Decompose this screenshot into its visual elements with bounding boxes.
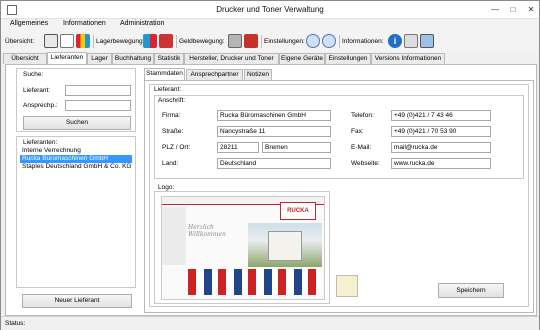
status-bar: Status: (1, 316, 539, 330)
network-icon[interactable] (420, 34, 434, 48)
fax-field[interactable]: +49 (0)421 / 70 53 90 (391, 126, 491, 137)
search-group: Suche: Lieferant: Ansprechp.: Suchen (16, 68, 136, 132)
list-item-selected[interactable]: Rucka Büromaschinen GmbH (20, 155, 132, 163)
menu-informationen[interactable]: Informationen (63, 20, 106, 27)
supplier-list-title: Lieferanten: (23, 139, 58, 146)
logo-title: Logo: (158, 184, 175, 191)
menu-allgemeines[interactable]: Allgemeines (10, 20, 48, 27)
ort-field[interactable]: Bremen (262, 142, 331, 153)
stock-label: Lagerbewegung: (96, 38, 145, 45)
toner-icon[interactable] (76, 34, 90, 48)
app-window: Drucker und Toner Verwaltung — □ ✕ Allge… (0, 0, 540, 330)
window-title: Drucker und Toner Verwaltung (216, 5, 324, 14)
info-label: Informationen: (342, 38, 384, 45)
menu-administration[interactable]: Administration (120, 20, 164, 27)
money-label: Geldbewegung: (179, 38, 225, 45)
lieferanten-panel: Suche: Lieferant: Ansprechp.: Suchen Lie… (5, 64, 537, 316)
firma-label: Firma: (162, 112, 181, 119)
contact-search-label: Ansprechp.: (23, 102, 58, 109)
tab-statistik[interactable]: Statistik (154, 53, 184, 64)
email-field[interactable]: mail@rucka.de (391, 142, 491, 153)
tab-einstellungen[interactable]: Einstellungen (325, 53, 371, 64)
contact-search-input[interactable] (65, 100, 131, 111)
stock-movement-icon[interactable] (143, 34, 157, 48)
tab-eigene-geraete[interactable]: Eigene Geräte (279, 53, 325, 64)
toolbar: Übersicht: Lagerbewegung: Geldbewegung: … (1, 31, 539, 52)
list-item[interactable]: Interne Verrechnung (20, 147, 132, 155)
main-tabs: Übersicht Lieferanten Lager Buchhaltung … (1, 52, 539, 64)
toolbar-separator (93, 35, 94, 48)
plz-field[interactable]: 28211 (217, 142, 259, 153)
new-supplier-button[interactable]: Neuer Lieferant (22, 294, 132, 308)
title-bar: Drucker und Toner Verwaltung — □ ✕ (1, 1, 539, 19)
land-label: Land: (162, 160, 179, 167)
land-field[interactable]: Deutschland (217, 158, 331, 169)
supplier-detail-title: Lieferant: (154, 86, 182, 93)
logo-brand: RUCKA (280, 202, 316, 220)
email-label: E-Mail: (351, 144, 372, 151)
status-label: Status: (5, 320, 26, 327)
strasse-label: Straße: (162, 128, 184, 135)
toolbar-separator (176, 35, 177, 48)
tab-buchhaltung[interactable]: Buchhaltung (112, 53, 154, 64)
firma-field[interactable]: Rucka Büromaschinen GmbH (217, 110, 331, 121)
search-button[interactable]: Suchen (23, 116, 131, 130)
supplier-list[interactable]: Interne Verrechnung Rucka Büromaschinen … (20, 147, 132, 171)
tab-notizen[interactable]: Notizen (244, 69, 272, 80)
documents-icon[interactable] (404, 34, 418, 48)
address-group: Anschrift: Firma: Rucka Büromaschinen Gm… (154, 95, 524, 179)
gears-icon[interactable] (322, 34, 336, 48)
address-title: Anschrift: (158, 97, 186, 104)
building-photo (248, 223, 322, 267)
list-item[interactable]: Staples Deutschland GmbH & Co. KG (20, 163, 132, 171)
save-button[interactable]: Speichern (438, 283, 504, 298)
close-button[interactable]: ✕ (523, 3, 539, 16)
tab-stammdaten[interactable]: Stammdaten (144, 68, 185, 80)
telefon-field[interactable]: +49 (0)421 / 7 43 46 (391, 110, 491, 121)
menu-bar: Allgemeines Informationen Administration (1, 19, 539, 31)
tab-uebersicht[interactable]: Übersicht (3, 53, 47, 64)
cash-register-icon[interactable] (228, 34, 242, 48)
tab-hersteller[interactable]: Hersteller, Drucker und Toner (184, 53, 279, 64)
wallet-icon[interactable] (244, 34, 258, 48)
document-icon[interactable] (60, 34, 74, 48)
info-icon[interactable]: i (388, 34, 402, 48)
webseite-field[interactable]: www.rucka.de (391, 158, 491, 169)
supplier-search-input[interactable] (65, 85, 131, 96)
tab-lieferanten[interactable]: Lieferanten (47, 52, 87, 64)
telefon-label: Telefon: (351, 112, 374, 119)
stammdaten-page: Lieferant: Anschrift: Firma: Rucka Bürom… (144, 80, 534, 313)
strasse-field[interactable]: Nancystraße 11 (217, 126, 331, 137)
gear-icon[interactable] (306, 34, 320, 48)
logo-group: RUCKA Herzlich Willkommen (154, 191, 330, 304)
stock-out-icon[interactable] (159, 34, 173, 48)
logo-partner-strip (188, 269, 322, 295)
search-group-title: Suche: (23, 71, 44, 78)
logo-image: RUCKA Herzlich Willkommen (161, 196, 325, 300)
tab-ansprechpartner[interactable]: Ansprechpartner (186, 69, 243, 80)
minimize-button[interactable]: — (487, 3, 503, 16)
fax-label: Fax: (351, 128, 364, 135)
load-logo-icon[interactable] (336, 275, 358, 297)
plz-ort-label: PLZ / Ort: (162, 144, 191, 151)
overview-label: Übersicht: (5, 38, 35, 45)
supplier-list-group: Lieferanten: Interne Verrechnung Rucka B… (16, 136, 136, 288)
tab-versions-informationen[interactable]: Versions Informationen (371, 53, 445, 64)
toolbar-separator (339, 35, 340, 48)
printer-icon[interactable] (44, 34, 58, 48)
webseite-label: Webseite: (351, 160, 380, 167)
settings-label: Einstellungen: (264, 38, 305, 45)
maximize-button[interactable]: □ (505, 3, 521, 16)
logo-greeting: Herzlich Willkommen (188, 224, 226, 238)
supplier-detail-group: Lieferant: Anschrift: Firma: Rucka Bürom… (149, 84, 529, 307)
building-shape (268, 231, 302, 261)
tab-lager[interactable]: Lager (87, 53, 112, 64)
supplier-search-label: Lieferant: (23, 87, 51, 94)
toolbar-separator (261, 35, 262, 48)
logo-side-nav (162, 207, 186, 265)
